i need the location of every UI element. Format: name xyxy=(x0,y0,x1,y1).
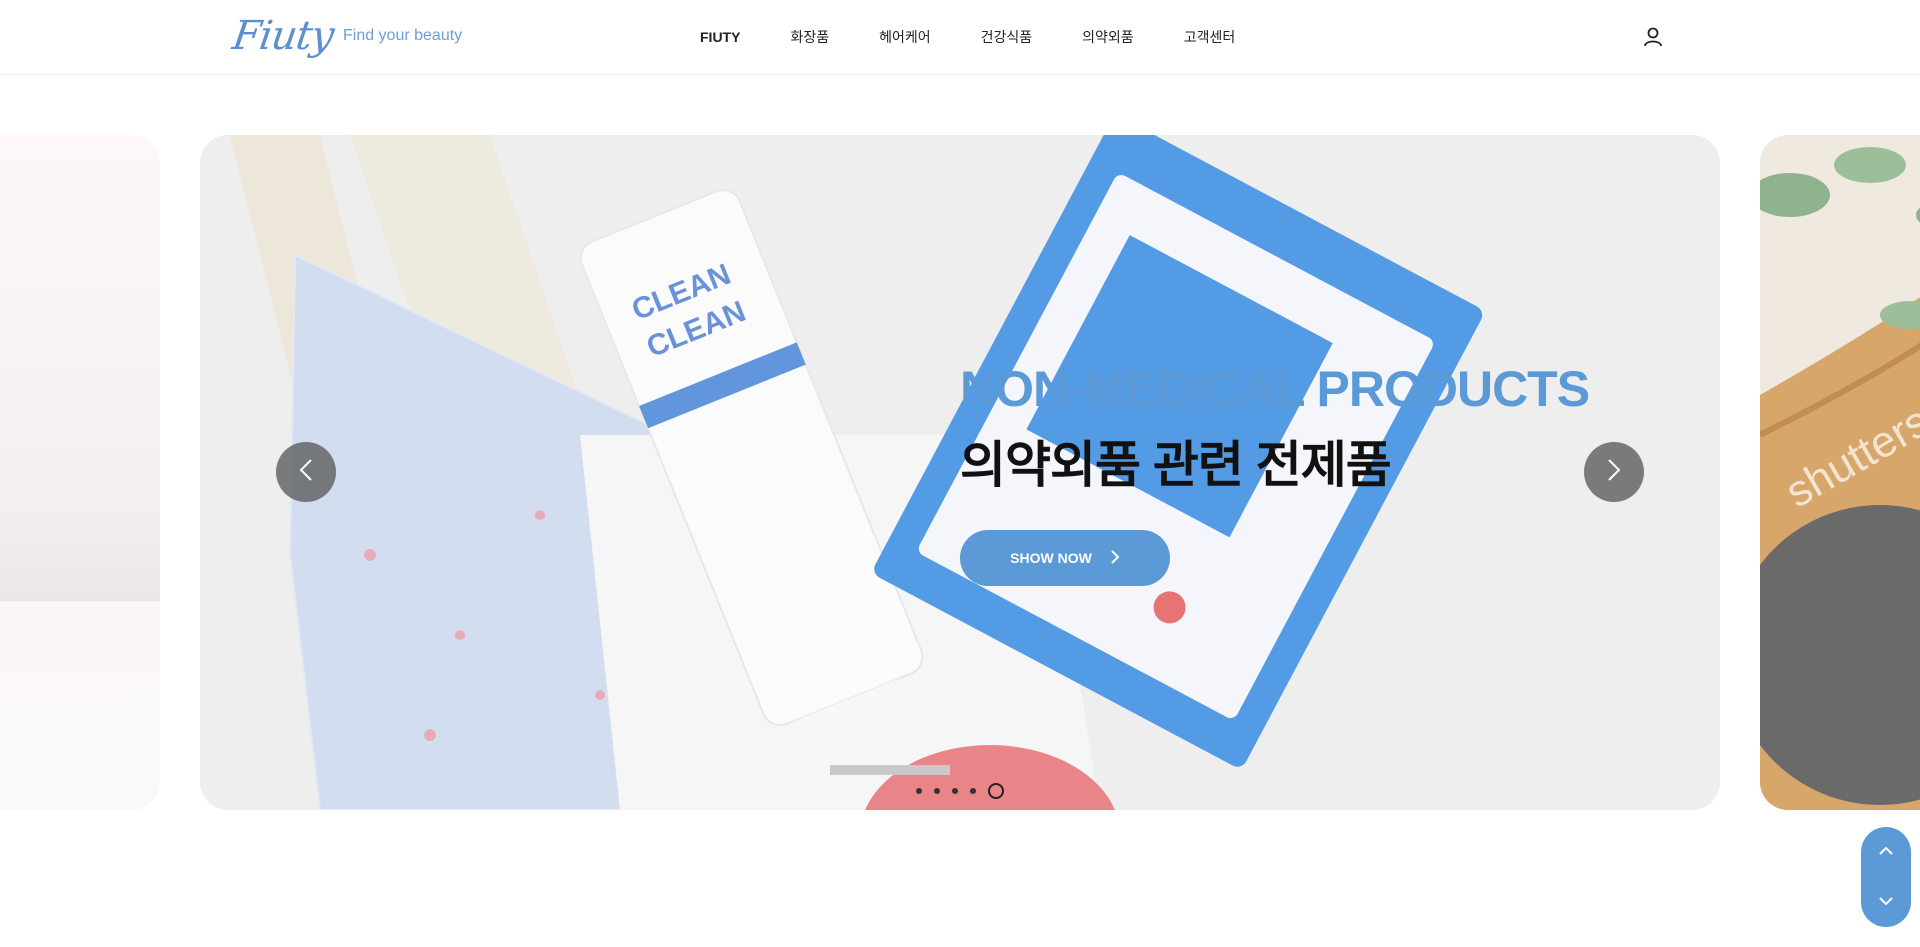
show-now-button[interactable]: SHOW NOW xyxy=(960,530,1170,586)
slide-next-button[interactable] xyxy=(1584,442,1644,502)
scroll-down-button[interactable] xyxy=(1861,877,1911,927)
nav-item-haircare[interactable]: 헤어케어 xyxy=(879,26,931,48)
next-slide-preview[interactable]: shutterst xyxy=(1760,135,1920,810)
hero-slide: CLEAN CLEAN NON-MEDICAL PRODUCTS 의약외품 관련… xyxy=(200,135,1720,810)
site-header: Fiuty Find your beauty FIUTY 화장품 헤어케어 건강… xyxy=(0,0,1920,75)
chevron-up-icon xyxy=(1879,843,1893,861)
main-nav: FIUTY 화장품 헤어케어 건강식품 의약외품 고객센터 xyxy=(700,26,1285,48)
slide-dot-3[interactable] xyxy=(952,788,958,794)
nav-item-health-food[interactable]: 건강식품 xyxy=(981,26,1033,48)
nav-item-customer-center[interactable]: 고객센터 xyxy=(1184,26,1236,48)
next-slide-image: shutterst xyxy=(1760,135,1920,810)
scroll-control xyxy=(1861,827,1911,927)
hero-title-korean: 의약외품 관련 전제품 xyxy=(960,437,1392,493)
logo-wordmark: Fiuty xyxy=(229,13,337,59)
logo[interactable]: Fiuty Find your beauty xyxy=(229,12,463,60)
nav-item-cosmetics[interactable]: 화장품 xyxy=(790,26,829,48)
slide-prev-button[interactable] xyxy=(276,442,336,502)
slide-pagination xyxy=(916,783,1004,799)
chevron-right-icon xyxy=(1110,548,1120,569)
slide-dot-4[interactable] xyxy=(970,788,976,794)
chevron-right-icon xyxy=(1606,458,1622,487)
scroll-up-button[interactable] xyxy=(1861,827,1911,877)
chevron-down-icon xyxy=(1879,893,1893,911)
slide-dot-2[interactable] xyxy=(934,788,940,794)
hero-title-english: NON-MEDICAL PRODUCTS xyxy=(960,361,1590,417)
nav-item-fiuty[interactable]: FIUTY xyxy=(700,26,740,48)
nav-item-non-medical[interactable]: 의약외품 xyxy=(1082,26,1134,48)
user-icon[interactable] xyxy=(1640,24,1666,50)
slide-dot-1[interactable] xyxy=(916,788,922,794)
slide-dot-5-active[interactable] xyxy=(988,783,1004,799)
previous-slide-preview[interactable] xyxy=(0,135,160,810)
chevron-left-icon xyxy=(298,458,314,487)
show-now-label: SHOW NOW xyxy=(1010,550,1092,566)
logo-tagline: Find your beauty xyxy=(342,27,463,44)
